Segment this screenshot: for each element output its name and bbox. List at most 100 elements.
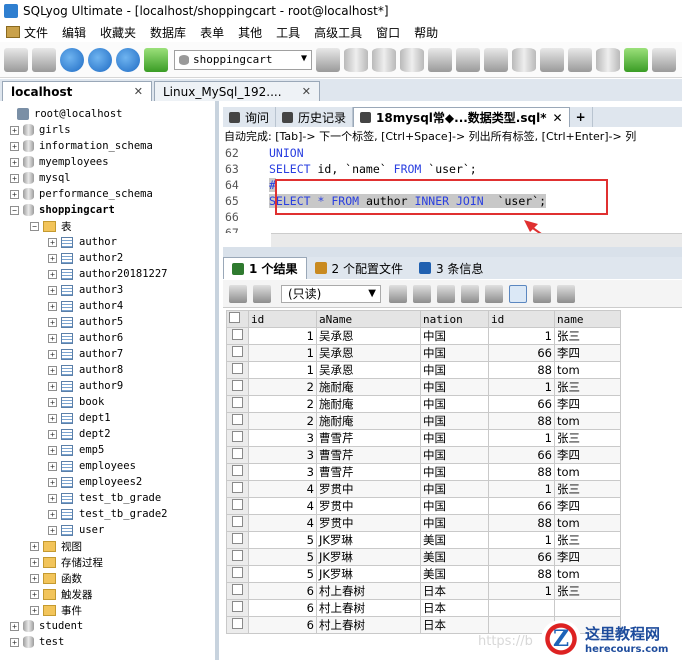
table-cell[interactable]: 3 [248,446,317,464]
table-cell[interactable]: 中国 [420,361,489,379]
expand-toggle-icon[interactable]: + [10,173,19,183]
row-checkbox[interactable] [226,480,249,498]
tree-db-performance_schema[interactable]: + performance_schema [0,186,215,202]
result-tab-2[interactable]: 3 条信息 [411,257,491,279]
table-row[interactable]: 5 JK罗琳 美国 66 李四 [226,548,621,566]
table-row[interactable]: 2 施耐庵 中国 1 张三 [226,378,621,396]
row-checkbox[interactable] [226,582,249,600]
tree-table-author9[interactable]: + author9 [0,378,215,394]
tree-db-test[interactable]: + test [0,634,215,650]
tree-table-author20181227[interactable]: + author20181227 [0,266,215,282]
table-cell[interactable]: 吴承恩 [316,361,421,379]
tree-folder-3[interactable]: + 触发器 [0,586,215,602]
expand-toggle-icon[interactable]: + [10,157,19,167]
expand-toggle-icon[interactable]: + [48,413,57,423]
table-row[interactable]: 2 施耐庵 中国 66 李四 [226,395,621,413]
table-cell[interactable]: 罗贯中 [316,514,421,532]
tree-table-dept1[interactable]: + dept1 [0,410,215,426]
expand-toggle-icon[interactable]: + [30,557,39,567]
table-cell[interactable]: 88 [488,412,555,430]
table-cell[interactable]: 88 [488,463,555,481]
row-checkbox[interactable] [226,446,249,464]
table-cell[interactable]: 1 [488,327,555,345]
menu-item-6[interactable]: 工具 [276,24,300,41]
table-row[interactable]: 3 曹雪芹 中国 88 tom [226,463,621,481]
scheduler-icon[interactable] [568,47,592,72]
tree-db-myemployees[interactable]: + myemployees [0,154,215,170]
table-cell[interactable]: 曹雪芹 [316,446,421,464]
form-view-icon[interactable] [533,284,551,303]
tree-table-author6[interactable]: + author6 [0,330,215,346]
table-cell[interactable]: 5 [248,531,317,549]
menu-item-1[interactable]: 编辑 [62,24,86,41]
database-tools-icon[interactable] [596,47,620,72]
table-cell[interactable]: 4 [248,480,317,498]
table-cell[interactable]: 吴承恩 [316,344,421,362]
table-cell[interactable]: 6 [248,616,317,634]
table-data-icon[interactable] [428,47,452,72]
table-row[interactable]: 1 吴承恩 中国 88 tom [226,361,621,379]
table-cell[interactable]: 2 [248,378,317,396]
table-cell[interactable]: 66 [488,344,555,362]
expand-toggle-icon[interactable]: + [10,189,19,199]
table-cell[interactable]: 美国 [420,531,489,549]
table-cell[interactable]: 88 [488,361,555,379]
duplicate-row-icon[interactable] [413,284,431,303]
table-cell[interactable]: 李四 [554,395,621,413]
table-cell[interactable]: 施耐庵 [316,378,421,396]
more-tools-icon[interactable] [652,47,676,72]
row-checkbox[interactable] [226,412,249,430]
export-icon[interactable] [540,47,564,72]
table-cell[interactable]: 美国 [420,548,489,566]
tree-table-employees[interactable]: + employees [0,458,215,474]
row-checkbox[interactable] [226,463,249,481]
row-checkbox[interactable] [226,344,249,362]
new-query-icon[interactable] [32,47,56,72]
expand-toggle-icon[interactable]: + [10,637,19,647]
table-cell[interactable]: 66 [488,497,555,515]
table-cell[interactable]: 中国 [420,514,489,532]
stop-icon[interactable] [144,47,168,72]
table-row[interactable]: 6 村上春树 日本 1 张三 [226,582,621,600]
sync-icon[interactable] [624,47,648,72]
row-checkbox[interactable] [226,514,249,532]
table-cell[interactable]: 1 [488,531,555,549]
expand-toggle-icon[interactable]: − [10,205,19,215]
tree-table-test_tb_grade[interactable]: + test_tb_grade [0,490,215,506]
table-cell[interactable]: 李四 [554,344,621,362]
menu-item-8[interactable]: 窗口 [376,24,400,41]
expand-toggle-icon[interactable]: + [48,397,57,407]
database-sync-icon[interactable] [372,47,396,72]
row-checkbox[interactable] [226,327,249,345]
row-checkbox[interactable] [226,599,249,617]
connection-tab-0[interactable]: localhost ✕ [2,81,152,101]
table-cell[interactable]: 2 [248,395,317,413]
expand-toggle-icon[interactable]: − [30,221,39,231]
table-cell[interactable]: 中国 [420,463,489,481]
close-icon[interactable]: ✕ [553,111,563,125]
select-all-checkbox[interactable] [226,310,249,328]
table-cell[interactable]: 张三 [554,378,621,396]
table-cell[interactable]: tom [554,361,621,379]
tree-table-author5[interactable]: + author5 [0,314,215,330]
table-cell[interactable]: 66 [488,395,555,413]
menu-item-2[interactable]: 收藏夹 [100,24,136,41]
new-tab-button[interactable]: + [570,107,593,127]
table-cell[interactable]: JK罗琳 [316,531,421,549]
tree-folder-2[interactable]: + 函数 [0,570,215,586]
table-cell[interactable]: 村上春树 [316,599,421,617]
import-icon[interactable] [512,47,536,72]
table-cell[interactable]: 4 [248,497,317,515]
expand-toggle-icon[interactable]: + [48,237,57,247]
connection-tab-1[interactable]: Linux_MySql_192.... ✕ [154,81,320,101]
row-checkbox[interactable] [226,565,249,583]
expand-toggle-icon[interactable]: + [30,605,39,615]
tree-table-test_tb_grade2[interactable]: + test_tb_grade2 [0,506,215,522]
table-row[interactable]: 6 村上春树 日本 [226,599,621,617]
table-cell[interactable]: 66 [488,548,555,566]
tree-folder-1[interactable]: + 存储过程 [0,554,215,570]
table-cell[interactable]: 李四 [554,497,621,515]
table-cell[interactable]: 美国 [420,565,489,583]
expand-toggle-icon[interactable]: + [48,461,57,471]
tree-table-user[interactable]: + user [0,522,215,538]
